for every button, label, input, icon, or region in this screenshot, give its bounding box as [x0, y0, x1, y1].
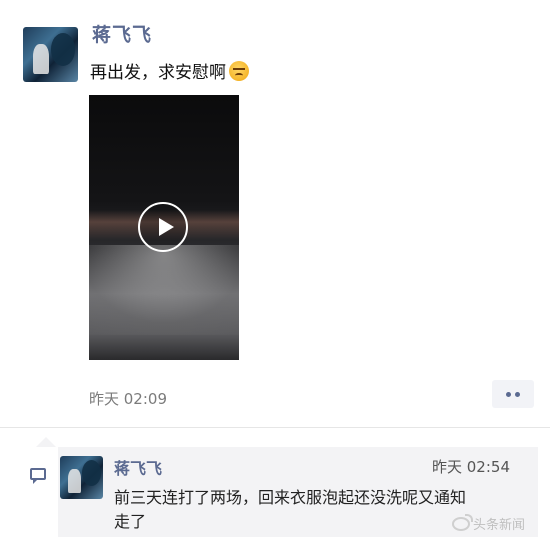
- post-text-content: 再出发，求安慰啊: [90, 63, 226, 83]
- comment-icon: [30, 468, 46, 484]
- post-timestamp: 昨天 02:09: [89, 390, 167, 408]
- comment-text: 前三天连打了两场，回来衣服泡起还没洗呢又通知走了: [114, 488, 467, 531]
- comment-author-name[interactable]: 蒋飞飞: [114, 455, 162, 479]
- section-divider: [0, 427, 550, 428]
- comment-timestamp: 昨天 02:54: [432, 458, 510, 476]
- more-dots-icon: [515, 392, 520, 397]
- comment-author-avatar[interactable]: [60, 456, 103, 499]
- watermark: 头条新闻: [452, 513, 526, 533]
- watermark-text: 头条新闻: [473, 518, 526, 533]
- post-video-thumbnail[interactable]: [89, 95, 239, 360]
- weibo-icon: [452, 513, 473, 531]
- post-text: 再出发，求安慰啊: [90, 58, 249, 83]
- post-author-avatar[interactable]: [23, 27, 78, 82]
- moments-feed: 蒋飞飞 再出发，求安慰啊 昨天 02:09 蒋飞飞 昨天 02:54 前三天连打…: [0, 0, 550, 537]
- more-dots-icon: [506, 392, 511, 397]
- more-options-button[interactable]: [492, 380, 534, 408]
- play-icon[interactable]: [138, 202, 188, 252]
- video-road: [89, 245, 239, 335]
- post-author-name[interactable]: 蒋飞飞: [92, 20, 152, 47]
- sad-face-emoji-icon: [229, 60, 249, 81]
